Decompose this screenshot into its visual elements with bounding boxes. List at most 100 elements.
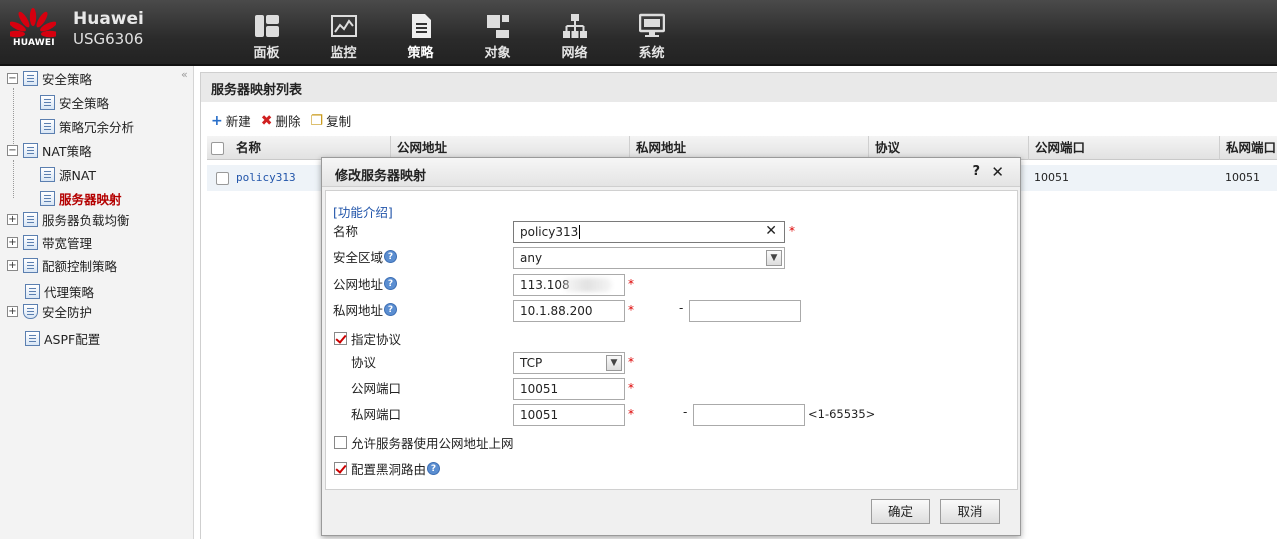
tree-item-security-policy-group[interactable]: − 安全策略 [7,68,92,88]
tree-item-nat-policy-group[interactable]: − NAT策略 [7,140,92,160]
required-mark: * [789,224,795,238]
feature-intro-link[interactable]: [功能介绍] [333,202,393,221]
public-port-input[interactable]: 10051 [513,378,625,400]
collapse-icon[interactable]: − [7,144,18,156]
col-private-port[interactable]: 私网端口 [1219,136,1277,160]
zone-label: 安全区域? [333,247,398,266]
public-ip-label: 公网地址? [333,274,398,293]
blackhole-label: 配置黑洞路由 [351,462,427,477]
name-value: policy313 [520,225,579,239]
copy-icon: ❐ [310,112,324,129]
row-name-link[interactable]: policy313 [230,165,296,191]
public-ip-label-text: 公网地址 [333,277,384,292]
tree-item-security-protection[interactable]: + 安全防护 [7,301,92,321]
tree-item-server-mapping[interactable]: 服务器映射 [40,188,122,208]
expand-icon[interactable]: + [7,213,18,225]
tree-item-aspf[interactable]: ASPF配置 [25,328,100,348]
tree-item-bandwidth[interactable]: + 带宽管理 [7,232,92,252]
nav-label: 策略 [407,46,434,61]
private-port-end-input[interactable] [693,404,805,426]
copy-button[interactable]: ❐ 复制 [311,111,352,130]
protocol-value: TCP [520,356,543,370]
tree-item-source-nat[interactable]: 源NAT [40,164,96,184]
delete-button[interactable]: ✖ 删除 [261,111,301,130]
ok-button[interactable]: 确定 [871,499,930,524]
private-ip-label-text: 私网地址 [333,303,384,318]
nav-policy[interactable]: 策略 [382,0,459,64]
help-icon[interactable]: ? [384,250,398,263]
allow-internet-label: 允许服务器使用公网地址上网 [351,436,514,451]
allow-internet-checkbox[interactable]: 允许服务器使用公网地址上网 [334,433,514,452]
nav-monitor[interactable]: 监控 [305,0,382,64]
list-toolbar: + 新建 ✖ 删除 ❐ 复制 [211,111,351,130]
name-label: 名称 [333,224,359,239]
required-mark: * [628,381,634,395]
dashboard-icon [255,15,279,37]
help-icon[interactable]: ? [972,164,980,179]
logo-text: HUAWEI [13,38,55,48]
delete-x-icon: ✖ [260,112,273,129]
help-icon[interactable]: ? [384,303,398,316]
nav-object[interactable]: 对象 [459,0,536,64]
chevron-down-icon[interactable]: ▼ [606,355,622,371]
tree-item-server-load-balancing[interactable]: + 服务器负载均衡 [7,209,130,229]
tree-item-security-policy[interactable]: 安全策略 [40,92,109,112]
nav-network[interactable]: 网络 [536,0,613,64]
nat-icon [40,166,55,182]
tree-label: 服务器映射 [59,191,122,207]
tree-label: 安全防护 [42,304,93,320]
text-caret [579,225,581,239]
tree-label: 代理策略 [44,284,95,300]
tree-item-quota-control[interactable]: + 配额控制策略 [7,255,117,275]
clear-icon[interactable]: ✕ [765,224,777,238]
nav-dashboard[interactable]: 面板 [228,0,305,64]
specify-protocol-checkbox[interactable]: 指定协议 [334,329,401,348]
required-mark: * [628,407,634,421]
expand-icon[interactable]: + [7,305,18,317]
row-checkbox[interactable] [216,171,229,185]
policy-folder-icon [23,70,38,86]
checkbox-checked-icon[interactable] [334,462,347,475]
checkbox-checked-icon[interactable] [334,332,347,345]
protocol-select[interactable]: TCP ▼ [513,352,625,374]
col-public-port[interactable]: 公网端口 [1028,136,1219,160]
expand-icon[interactable]: + [7,259,18,271]
private-port-input[interactable]: 10051 [513,404,625,426]
tree-item-redundancy-analysis[interactable]: 策略冗余分析 [40,116,134,136]
load-balance-icon [23,211,38,227]
network-icon [563,14,587,38]
select-all-checkbox[interactable] [211,142,224,155]
new-button[interactable]: + 新建 [211,111,251,130]
collapse-sidebar-button[interactable]: « [181,68,188,81]
select-all-cell [207,136,231,160]
private-ip-end-input[interactable] [689,300,801,322]
name-input[interactable]: policy313 ✕ [513,221,785,243]
range-dash: - [679,301,684,315]
help-icon[interactable]: ? [384,277,398,290]
tree-line [13,160,14,198]
security-zone-select[interactable]: any ▼ [513,247,785,269]
expand-icon[interactable]: + [7,236,18,248]
help-icon[interactable]: ? [427,462,441,475]
zone-value: any [520,251,543,265]
public-port-label: 公网端口 [351,381,402,396]
nav-system[interactable]: 系统 [613,0,690,64]
port-range-hint: <1-65535> [808,407,876,421]
private-ip-input[interactable]: 10.1.88.200 [513,300,625,322]
policy-icon [412,14,431,38]
close-icon[interactable]: ✕ [991,163,1004,181]
collapse-icon[interactable]: − [7,72,18,84]
main-nav: 面板 监控 策略 对象 网络 系统 [228,0,690,64]
dialog-title: 修改服务器映射 [322,158,1020,187]
blackhole-route-checkbox[interactable]: 配置黑洞路由? [334,459,441,478]
redaction-blur [562,278,612,292]
tree-item-proxy-policy[interactable]: 代理策略 [25,281,94,301]
nav-label: 监控 [330,46,357,61]
zone-label-text: 安全区域 [333,250,384,265]
checkbox-unchecked-icon[interactable] [334,436,347,449]
specify-protocol-label: 指定协议 [351,332,402,347]
row-private-port: 10051 [1225,171,1260,184]
public-ip-input[interactable]: 113.108 [513,274,625,296]
chevron-down-icon[interactable]: ▼ [766,250,782,266]
cancel-button[interactable]: 取消 [940,499,1000,524]
